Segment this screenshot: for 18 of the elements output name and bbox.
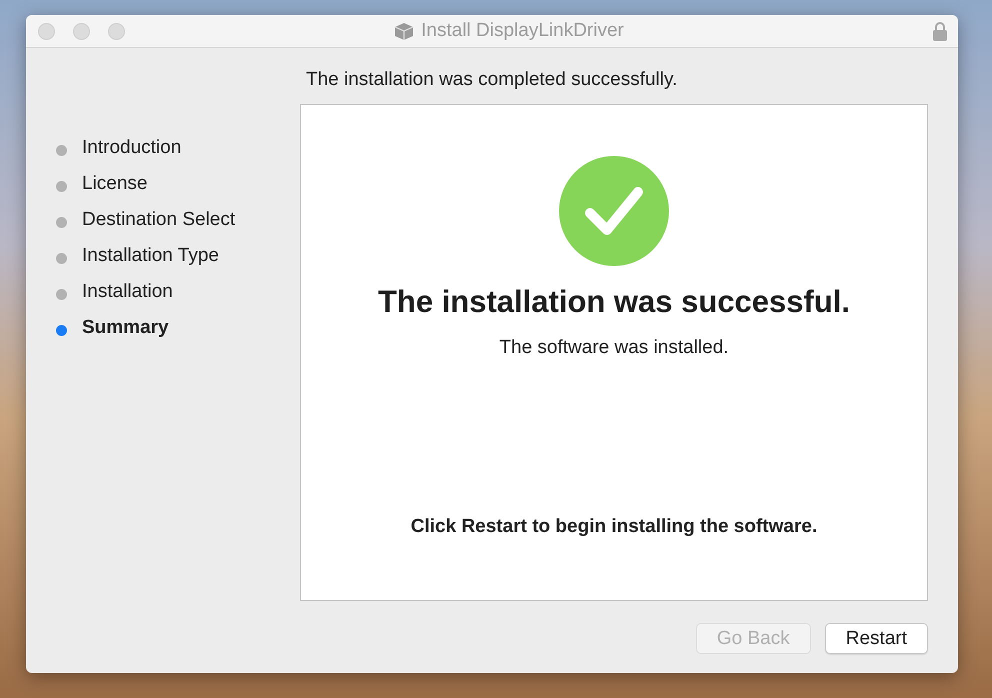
minimize-button[interactable] [73,22,90,40]
step-label: Installation Type [82,245,219,267]
zoom-button[interactable] [108,22,125,40]
check-circle-icon [559,156,669,266]
step-label: Installation [82,281,173,303]
restart-instruction: Click Restart to begin installing the software. [410,516,818,538]
success-subtitle: The software was installed. [499,337,729,359]
lock-icon [932,21,948,41]
step-label: Introduction [82,137,182,159]
dialog-button[interactable]: Restart [824,623,928,654]
close-button[interactable] [38,22,55,40]
window-title: Install DisplayLinkDriver [421,20,624,42]
package-icon [393,21,416,41]
step-label: License [82,173,148,195]
step-label: Destination Select [82,209,236,231]
step-label: Summary [82,317,169,339]
status-message: The installation was completed successfully. [305,68,678,92]
success-heading: The installation was successful. [378,284,850,320]
